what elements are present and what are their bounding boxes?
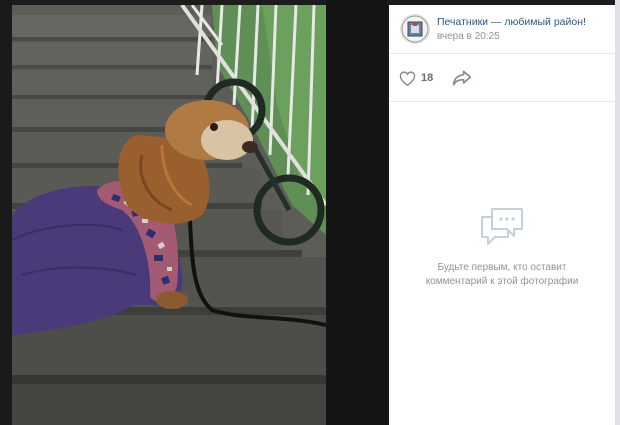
like-count: 18	[421, 72, 434, 84]
community-avatar[interactable]	[400, 14, 430, 44]
community-name-link[interactable]: Печатники — любимый район!	[437, 16, 586, 28]
viewer-backdrop-right	[326, 0, 388, 425]
viewer-backdrop-edge	[615, 0, 620, 425]
post-actions-bar: 18	[389, 53, 615, 102]
empty-comments-placeholder: Будьте первым, кто оставит комментарий к…	[389, 205, 615, 289]
post-side-panel: Печатники — любимый район! вчера в 20:25…	[389, 5, 615, 425]
comments-bubble-icon	[481, 208, 523, 245]
post-header: Печатники — любимый район! вчера в 20:25	[389, 5, 615, 54]
community-logo	[400, 14, 430, 44]
viewer-backdrop-left	[0, 0, 12, 425]
post-timestamp[interactable]: вчера в 20:25	[437, 31, 500, 42]
empty-comments-line-1: Будьте первым, кто оставит	[437, 262, 567, 273]
empty-comments-line-2: комментарий к этой фотографии	[425, 276, 579, 287]
share-arrow-icon	[452, 70, 472, 86]
like-button[interactable]: 18	[399, 69, 433, 87]
share-button[interactable]	[452, 69, 472, 87]
heart-icon	[399, 70, 416, 86]
empty-comments-text: Будьте первым, кто оставит комментарий к…	[389, 261, 615, 289]
dog-on-stairs-image	[12, 5, 326, 425]
post-photo[interactable]	[12, 5, 326, 425]
